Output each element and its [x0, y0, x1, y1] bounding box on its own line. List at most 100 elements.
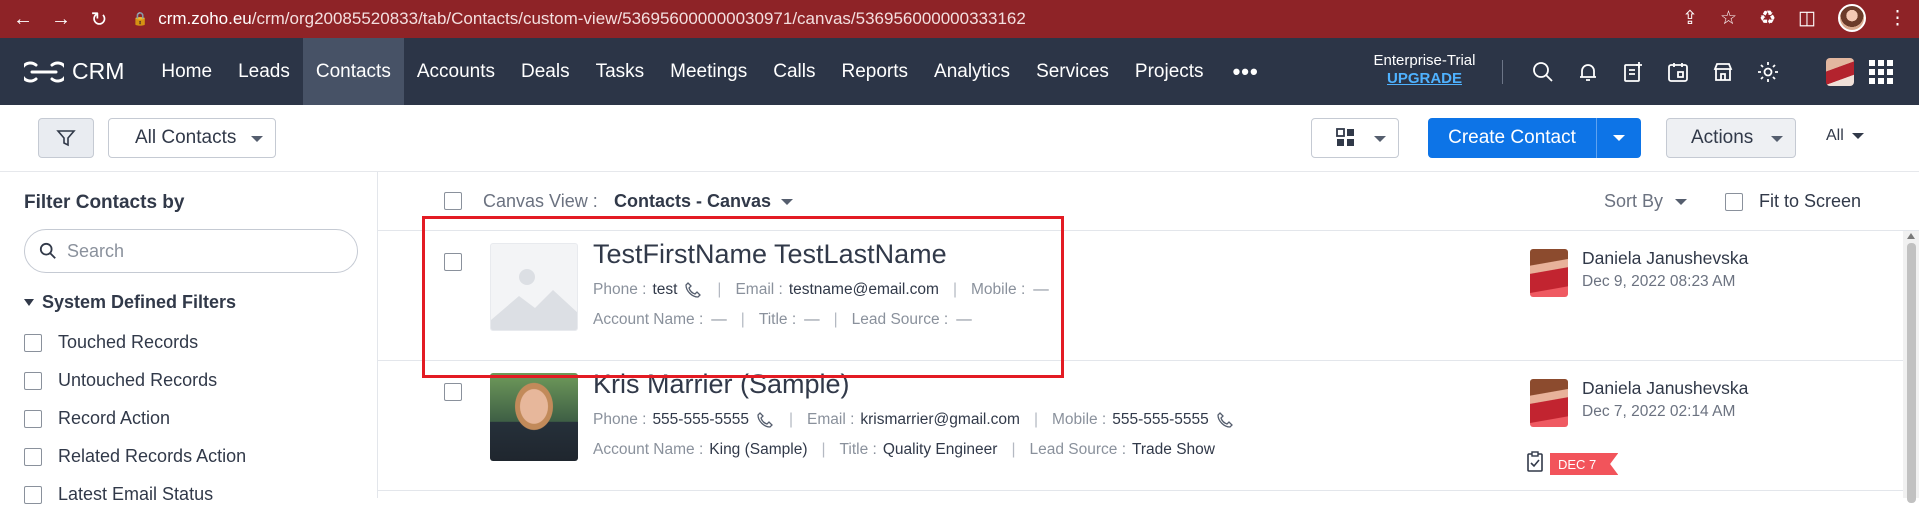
- highlight-box: [422, 216, 1064, 378]
- chevron-down-icon: [1851, 133, 1864, 139]
- canvas-view-dropdown[interactable]: Contacts - Canvas: [614, 191, 794, 212]
- field-label: Account Name :: [593, 441, 704, 458]
- chevron-down-icon: [1374, 136, 1386, 142]
- calendar-icon[interactable]: [1665, 59, 1691, 85]
- list-toolbar: All Contacts Create Contact Actions All: [0, 105, 1919, 172]
- checkbox[interactable]: [24, 447, 42, 466]
- field-separator: |: [788, 411, 793, 428]
- due-date-badge[interactable]: DEC 7: [1550, 453, 1619, 475]
- filter-related-records-action[interactable]: Related Records Action: [24, 446, 246, 467]
- filter-sidebar: Filter Contacts by Search System Defined…: [0, 172, 378, 504]
- browser-menu-icon[interactable]: ⋮: [1888, 7, 1907, 30]
- trial-info: Enterprise-Trial UPGRADE: [1367, 52, 1482, 88]
- fit-to-screen-toggle[interactable]: Fit to Screen: [1725, 191, 1861, 212]
- canvas-view-name: Contacts - Canvas: [614, 191, 772, 211]
- nav-analytics[interactable]: Analytics: [921, 38, 1023, 105]
- nav-projects[interactable]: Projects: [1122, 38, 1217, 105]
- create-contact-button[interactable]: Create Contact: [1428, 118, 1641, 158]
- zoho-crm-logo-icon: [24, 61, 64, 82]
- phone-value: 555-555-5555: [652, 411, 749, 428]
- select-all-checkbox[interactable]: [444, 192, 462, 210]
- contact-photo: [490, 373, 578, 461]
- field-separator: |: [1011, 441, 1016, 458]
- nav-contacts[interactable]: Contacts: [302, 38, 404, 105]
- side-panel-icon[interactable]: ◫: [1798, 7, 1816, 30]
- nav-accounts[interactable]: Accounts: [404, 38, 508, 105]
- fit-to-screen-checkbox[interactable]: [1725, 192, 1743, 211]
- marketplace-icon[interactable]: [1710, 59, 1736, 85]
- email-value[interactable]: krismarrier@gmail.com: [860, 411, 1020, 429]
- field-separator: |: [821, 441, 826, 458]
- owner-avatar: [1530, 379, 1568, 427]
- address-bar[interactable]: 🔒 crm.zoho.eu /crm/org20085520833/tab/Co…: [132, 9, 1026, 29]
- filter-touched-records[interactable]: Touched Records: [24, 332, 198, 353]
- apps-grid-icon[interactable]: [1869, 60, 1893, 84]
- filter-sidebar-title: Filter Contacts by: [24, 192, 185, 213]
- nav-reports[interactable]: Reports: [829, 38, 922, 105]
- chevron-down-icon: [1613, 135, 1625, 141]
- create-options-dropdown[interactable]: [1596, 118, 1641, 158]
- checkbox[interactable]: [24, 371, 42, 390]
- chevron-down-icon: [1675, 198, 1688, 205]
- gear-icon[interactable]: [1755, 59, 1781, 85]
- layout-switcher-button[interactable]: [1311, 118, 1399, 158]
- account-value[interactable]: King (Sample): [709, 441, 807, 459]
- scroll-up-arrow-icon[interactable]: [1907, 233, 1915, 239]
- browser-toolbar: ← → ↻ 🔒 crm.zoho.eu /crm/org20085520833/…: [0, 0, 1919, 38]
- create-contact-label: Create Contact: [1448, 127, 1576, 148]
- phone-call-icon[interactable]: [755, 410, 775, 430]
- bookmark-star-icon[interactable]: ☆: [1720, 7, 1737, 30]
- user-avatar[interactable]: [1826, 58, 1854, 86]
- forward-arrow-icon[interactable]: →: [46, 4, 76, 34]
- filter-record-action[interactable]: Record Action: [24, 408, 170, 429]
- system-filters-section[interactable]: System Defined Filters: [24, 292, 236, 313]
- filter-funnel-icon: [56, 130, 76, 147]
- task-clipboard-icon[interactable]: [1524, 451, 1546, 473]
- search-icon[interactable]: [1530, 59, 1556, 85]
- filter-latest-email-status[interactable]: Latest Email Status: [24, 484, 213, 505]
- phone-call-icon[interactable]: [1215, 410, 1235, 430]
- custom-view-dropdown[interactable]: All Contacts: [108, 118, 276, 158]
- extensions-puzzle-icon[interactable]: ♻: [1759, 7, 1776, 30]
- checkbox[interactable]: [24, 485, 42, 504]
- crm-top-nav: CRM Home Leads Contacts Accounts Deals T…: [0, 38, 1919, 105]
- custom-view-label: All Contacts: [135, 127, 237, 148]
- nav-services[interactable]: Services: [1023, 38, 1122, 105]
- all-selector[interactable]: All: [1826, 127, 1864, 145]
- owner-avatar: [1530, 249, 1568, 297]
- filter-search-input[interactable]: Search: [24, 229, 358, 273]
- browser-profile-avatar[interactable]: [1838, 4, 1866, 32]
- record-checkbox[interactable]: [444, 383, 462, 401]
- upgrade-link[interactable]: UPGRADE: [1367, 70, 1482, 88]
- add-record-icon[interactable]: [1620, 59, 1646, 85]
- owner-name: Daniela Janushevska: [1582, 378, 1749, 398]
- back-arrow-icon[interactable]: ←: [8, 4, 38, 34]
- chevron-down-icon: [251, 136, 263, 142]
- share-icon[interactable]: ⇪: [1682, 7, 1698, 30]
- nav-tasks[interactable]: Tasks: [583, 38, 658, 105]
- filter-toggle-button[interactable]: [38, 118, 94, 158]
- record-card[interactable]: Kris Marrier (Sample) Phone :555-555-555…: [378, 361, 1919, 491]
- actions-dropdown[interactable]: Actions: [1666, 118, 1796, 158]
- checkbox[interactable]: [24, 333, 42, 352]
- bell-icon[interactable]: [1575, 59, 1601, 85]
- field-label: Lead Source :: [1029, 441, 1126, 458]
- nav-calls[interactable]: Calls: [760, 38, 828, 105]
- nav-meetings[interactable]: Meetings: [657, 38, 760, 105]
- field-label: Email :: [807, 411, 855, 428]
- filter-label: Untouched Records: [58, 370, 218, 390]
- checkbox[interactable]: [24, 409, 42, 428]
- nav-home[interactable]: Home: [148, 38, 225, 105]
- more-modules-icon[interactable]: •••: [1217, 38, 1275, 105]
- scrollbar-thumb[interactable]: [1907, 243, 1916, 503]
- sort-by-dropdown[interactable]: Sort By: [1604, 191, 1688, 212]
- filter-untouched-records[interactable]: Untouched Records: [24, 370, 217, 391]
- reload-icon[interactable]: ↻: [84, 4, 114, 34]
- all-label: All: [1826, 127, 1844, 144]
- nav-leads[interactable]: Leads: [225, 38, 303, 105]
- vertical-scrollbar[interactable]: [1903, 231, 1919, 503]
- actions-label: Actions: [1691, 127, 1754, 148]
- nav-deals[interactable]: Deals: [508, 38, 583, 105]
- filter-search-placeholder: Search: [67, 240, 125, 261]
- crm-logo[interactable]: CRM: [24, 57, 124, 87]
